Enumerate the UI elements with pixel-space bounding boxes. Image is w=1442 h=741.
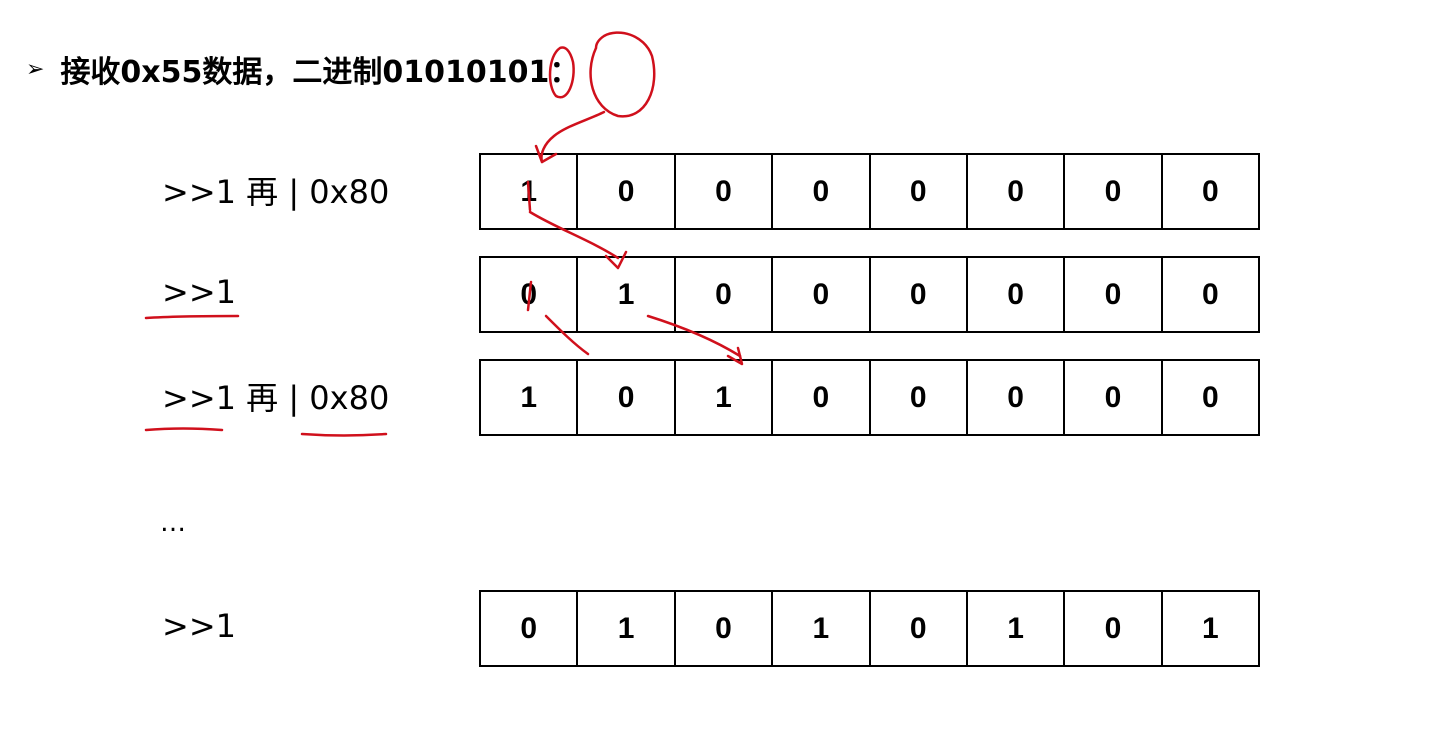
step-2-label: >>1 bbox=[162, 273, 236, 311]
step-2-bit-4: 0 bbox=[773, 258, 871, 331]
final-bit-2: 1 bbox=[968, 592, 1066, 665]
step-3-bit-5: 1 bbox=[676, 361, 774, 434]
step-1-bit-5: 0 bbox=[676, 155, 774, 228]
step-2-bit-5: 0 bbox=[676, 258, 774, 331]
step-1-label: >>1 再 | 0x80 bbox=[162, 173, 390, 211]
title-circle-large bbox=[589, 31, 656, 118]
final-bit-4: 1 bbox=[773, 592, 871, 665]
slide-title: 接收0x55数据，二进制01010101： bbox=[60, 55, 580, 90]
underline-step2-op bbox=[144, 314, 240, 320]
step-3-bit-6: 0 bbox=[578, 361, 676, 434]
step-3-label: >>1 再 | 0x80 bbox=[162, 379, 390, 417]
underline-step3-op bbox=[144, 427, 224, 432]
final-bit-3: 0 bbox=[871, 592, 968, 665]
step-2-bit-6: 1 bbox=[578, 258, 676, 331]
title-row: ➢ 接收0x55数据，二进制01010101： bbox=[26, 44, 579, 94]
final-step-label: >>1 bbox=[162, 607, 236, 645]
step-2-bit-0: 0 bbox=[1201, 277, 1219, 311]
step-3-bit-row: 1 0 1 0 0 0 0 0 bbox=[479, 359, 1260, 436]
final-bit-5: 0 bbox=[676, 592, 774, 665]
step-3-bit-3: 0 bbox=[871, 361, 968, 434]
step-2-bit-2: 0 bbox=[968, 258, 1066, 331]
step-1-bit-1: 0 bbox=[1065, 155, 1163, 228]
step-2-bit-row: 0 1 0 0 0 0 0 0 bbox=[479, 256, 1260, 333]
underline-step3-mask bbox=[300, 432, 388, 437]
step-1-bit-0: 0 bbox=[1201, 174, 1219, 208]
step-3-bit-4: 0 bbox=[773, 361, 871, 434]
step-2-bit-3: 0 bbox=[871, 258, 968, 331]
final-bit-7: 0 bbox=[481, 592, 579, 665]
step-1-bit-3: 0 bbox=[871, 155, 968, 228]
step-1-bit-4: 0 bbox=[773, 155, 871, 228]
step-3-bit-2: 0 bbox=[968, 361, 1066, 434]
step-3-bit-1: 0 bbox=[1065, 361, 1163, 434]
step-1-bit-6: 0 bbox=[578, 155, 676, 228]
final-bit-6: 1 bbox=[578, 592, 676, 665]
step-2-bit-1: 0 bbox=[1065, 258, 1163, 331]
step-2-bit-7: 0 bbox=[481, 258, 579, 331]
final-bit-0: 1 bbox=[1201, 611, 1219, 645]
step-1-bit-2: 0 bbox=[968, 155, 1066, 228]
arrow-bullet-icon: ➢ bbox=[26, 57, 45, 82]
step-3-bit-0: 0 bbox=[1201, 380, 1219, 414]
ellipsis: … bbox=[160, 508, 186, 538]
final-step-bit-row: 0 1 0 1 0 1 0 1 bbox=[479, 590, 1260, 667]
final-bit-1: 0 bbox=[1065, 592, 1163, 665]
step-3-bit-7: 1 bbox=[481, 361, 579, 434]
step-1-bit-7: 1 bbox=[481, 155, 579, 228]
step-1-bit-row: 1 0 0 0 0 0 0 0 bbox=[479, 153, 1260, 230]
